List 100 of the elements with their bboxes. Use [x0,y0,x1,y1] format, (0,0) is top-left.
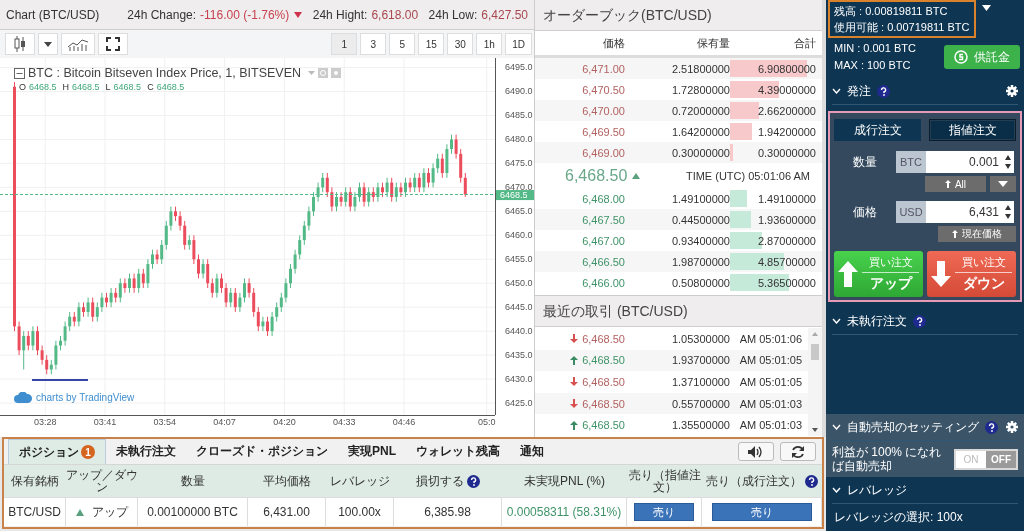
trade-price: 6,468.50 [582,376,625,388]
candlestick [164,220,168,251]
candlestick [155,249,159,265]
positions-tab[interactable]: 実現PNL [338,439,406,464]
spinner-icon[interactable] [1002,201,1014,223]
trade-price: 6,468.50 [582,397,625,410]
candlestick [137,268,141,294]
total-cell: 0.30000000 [757,146,816,159]
refresh-button[interactable] [780,442,816,461]
scrollbar[interactable] [808,328,822,436]
candlestick [279,292,283,313]
help-icon[interactable] [985,420,998,434]
candlestick [183,220,187,251]
fullscreen-button[interactable] [98,33,128,55]
table-cell: 100.00x [326,497,394,526]
buy-down-button[interactable]: 買い注文 ダウン [927,251,1016,297]
candlestick [284,277,288,303]
quantity-field[interactable]: 0.001 [926,151,1002,173]
attribution-link[interactable]: charts by TradingView [36,392,135,403]
interval-button[interactable]: 15 [418,33,445,55]
candlestick [26,330,30,351]
axis-label: 6485.0 [505,110,533,120]
trade-price: 6,468.50 [582,332,625,345]
candlestick [307,206,311,232]
amount-cell-text: 0.55700000 [670,397,730,410]
candlestick [210,277,214,299]
candlestick [325,172,329,198]
all-button[interactable]: All [924,176,986,192]
candlestick [298,234,302,260]
sell-button[interactable]: 売り [711,503,812,521]
candlestick [399,182,403,198]
axis-label: 6465.0 [505,205,533,216]
settings-icon[interactable] [1006,421,1018,433]
chevron-down-icon[interactable] [832,88,841,94]
help-icon[interactable] [913,314,926,328]
interval-button[interactable]: 1h [476,33,503,55]
chevron-down-icon[interactable] [832,424,841,430]
ask-price: 6,470.00 [581,104,625,117]
chevron-down-icon[interactable] [832,318,841,324]
axis-label: 6455.0 [505,253,533,264]
candlestick [445,143,449,179]
axis-label: 6470.0 [505,181,533,192]
help-icon[interactable] [467,474,480,488]
bid-price: 6,466.50 [581,255,625,268]
interval-button[interactable]: 1 [331,33,358,55]
settings-icon[interactable] [1006,85,1018,97]
positions-tab[interactable]: クローズド・ポジション [186,439,338,464]
dropdown-button[interactable] [38,33,58,55]
help-icon[interactable] [805,474,818,488]
sell-button[interactable]: 売り [634,503,694,521]
chevron-down-icon[interactable] [832,487,841,493]
candlestick [431,162,435,188]
unit-label: BTC [896,151,926,173]
arrow-down-icon [570,377,579,387]
total-cell: 1.94200000 [757,125,816,138]
positions-tab[interactable]: ウォレット残高 [406,439,510,464]
candlestick [385,177,389,198]
current-price-button[interactable]: 現在価格 [938,226,1016,242]
candlestick [427,167,430,188]
positions-tab[interactable]: 通知 [510,439,554,464]
total-cell: 6.90800000 [757,62,816,75]
column-header: 売り（指値注文） [627,469,702,493]
spinner-icon[interactable] [1002,151,1014,173]
sound-button[interactable] [738,442,774,461]
price-field[interactable]: 6,431 [926,201,1002,223]
axis-label: 6490.0 [505,86,533,97]
candlestick [256,306,260,332]
candlestick [289,263,292,289]
total-cell: 4.39000000 [757,83,816,96]
ohlc-value: 6468.5 [113,82,142,92]
axis-label: 6430.0 [505,373,533,384]
caret-down-icon[interactable] [981,5,991,11]
positions-tab[interactable]: ポジション 1 [8,439,106,464]
axis-label: 03:28 [33,417,57,427]
axis-label: 6435.0 [505,349,533,360]
candlestick [266,316,269,337]
arrow-up-icon [952,230,958,238]
order-type-tab[interactable]: 成行注文 [834,119,921,141]
interval-button[interactable]: 3 [360,33,387,55]
positions-tab[interactable]: 未執行注文 [106,439,186,464]
candlestick [146,258,150,289]
candlestick [316,182,320,203]
column-header: 保有量 [696,35,730,51]
dropdown-button[interactable] [990,176,1016,192]
trend-line[interactable] [31,379,89,381]
arrow-up-icon [838,261,858,287]
interval-button[interactable]: 30 [447,33,474,55]
axis-label: 04:46 [392,417,416,427]
column-header: 損切する [416,475,464,487]
candlestick [394,182,398,203]
arrow-up-icon [944,180,951,188]
ohlc-key: O [19,82,26,92]
chart-type-button[interactable] [5,33,35,55]
interval-button[interactable]: 5 [389,33,416,55]
amount-cell-text: 1.98700000 [670,255,730,268]
interval-button[interactable]: 1D [505,33,532,55]
order-type-tab[interactable]: 指値注文 [929,119,1016,141]
total-cell: 4.85700000 [757,255,816,268]
help-icon[interactable] [877,84,890,98]
collapse-icon[interactable] [14,67,25,79]
